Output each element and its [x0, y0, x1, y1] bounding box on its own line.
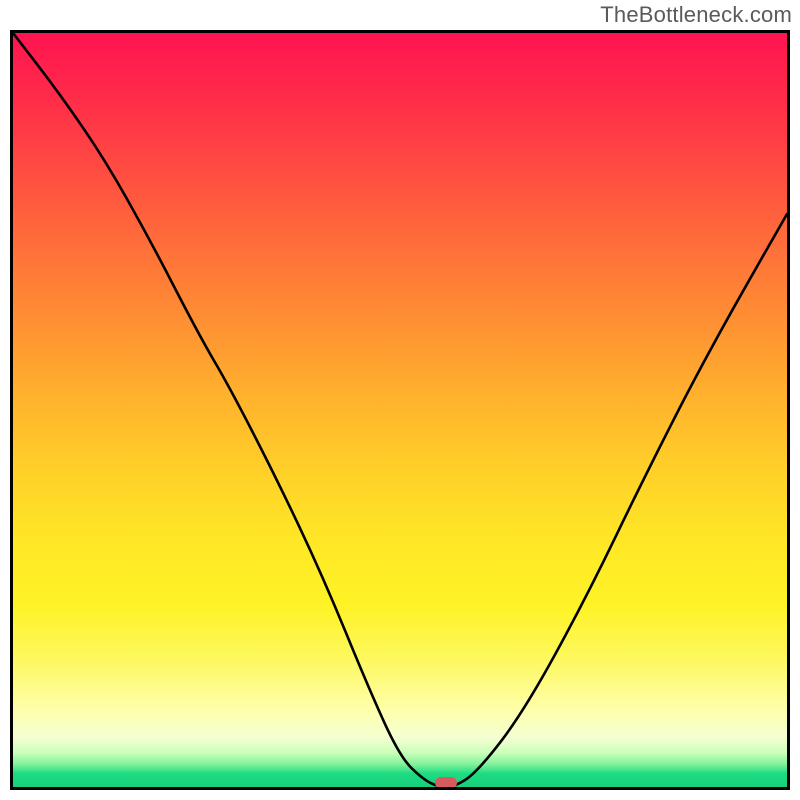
curve-path — [13, 33, 787, 787]
watermark-label: TheBottleneck.com — [600, 2, 792, 28]
min-marker — [435, 777, 457, 789]
plot-area — [10, 30, 790, 790]
bottleneck-curve — [13, 33, 787, 787]
chart-stage: TheBottleneck.com — [0, 0, 800, 800]
